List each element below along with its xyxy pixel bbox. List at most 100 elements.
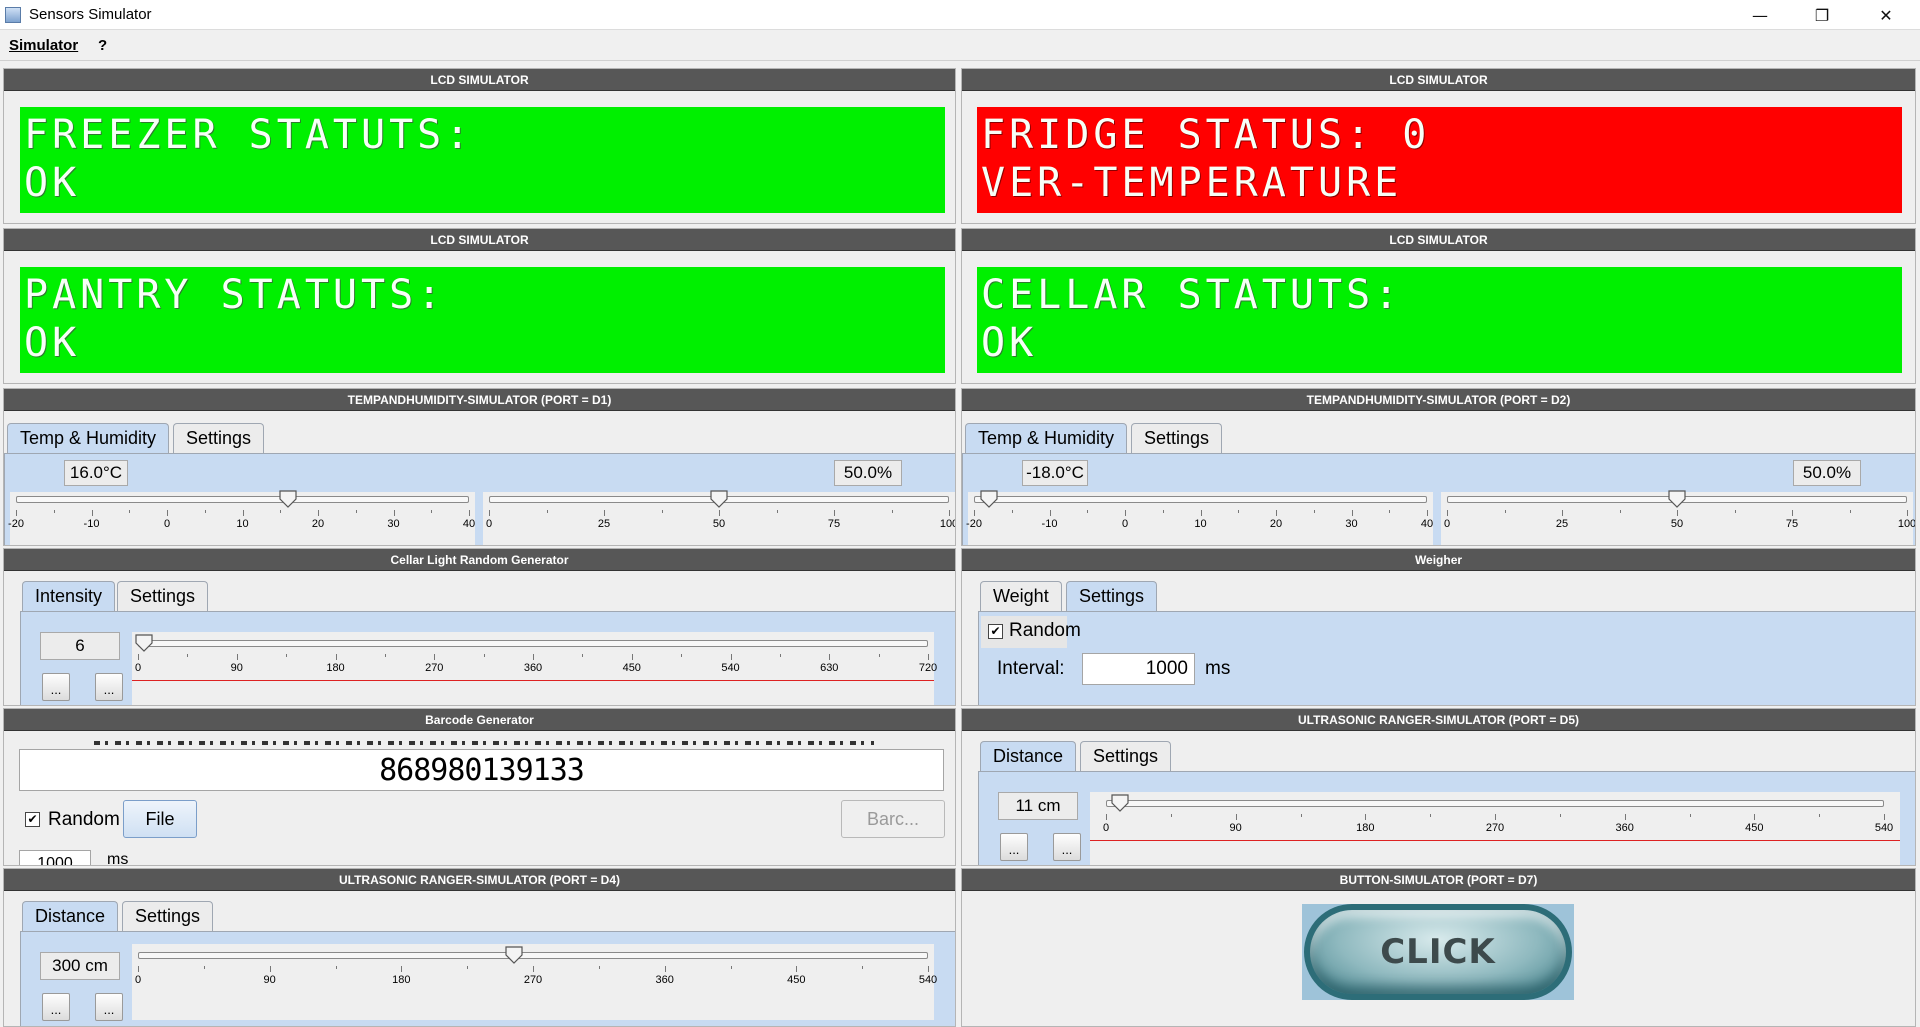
slider-tick bbox=[16, 510, 17, 516]
random-checkbox-container[interactable]: ✔ Random bbox=[981, 616, 1081, 648]
lcd-line-2: OK bbox=[24, 320, 81, 366]
random-label: Random bbox=[48, 809, 120, 830]
tab-temp-humidity[interactable]: Temp & Humidity bbox=[965, 423, 1128, 453]
random-checkbox[interactable]: ✔ bbox=[25, 812, 40, 827]
slider-tick bbox=[469, 510, 470, 516]
slider-tick-label: 270 bbox=[523, 974, 543, 986]
ultrasonic-panel-d5: ULTRASONIC RANGER-SIMULATOR (PORT = D5) … bbox=[961, 708, 1916, 866]
slider-track[interactable] bbox=[138, 952, 928, 959]
tab-settings[interactable]: Settings bbox=[1080, 741, 1172, 771]
slider-tick bbox=[1624, 814, 1626, 820]
slider-track[interactable] bbox=[16, 496, 469, 503]
slider-tick bbox=[582, 654, 584, 657]
slider-tick-label: 180 bbox=[1356, 822, 1375, 834]
slider-tick-label: 40 bbox=[1420, 518, 1434, 530]
slider-tick bbox=[1049, 510, 1051, 516]
lcd-line-2: OK bbox=[981, 320, 1038, 366]
slider-tick bbox=[533, 654, 534, 660]
slider-track[interactable] bbox=[138, 640, 928, 647]
slider-tick bbox=[187, 654, 189, 657]
decrease-button[interactable]: ... bbox=[42, 993, 70, 1021]
slider-tick bbox=[598, 966, 600, 969]
increase-button[interactable]: ... bbox=[1053, 833, 1081, 861]
panel-header: Barcode Generator bbox=[4, 709, 955, 731]
panel-header: LCD SIMULATOR bbox=[962, 229, 1915, 251]
temp-humidity-panel-d1: TEMPANDHUMIDITY-SIMULATOR (PORT = D1) Te… bbox=[3, 388, 956, 546]
increase-button[interactable]: ... bbox=[95, 993, 123, 1021]
distance-slider[interactable]: 0 90 180 270 360 450 540 bbox=[1090, 792, 1900, 865]
distance-slider[interactable]: 0 90 180 270 360 450 540 bbox=[132, 944, 937, 1020]
humidity-slider[interactable]: 0 25 50 75 100 bbox=[1441, 490, 1915, 545]
decrease-button[interactable]: ... bbox=[42, 673, 70, 701]
slider-tick-label: 30 bbox=[1345, 518, 1358, 530]
temperature-slider[interactable]: -20 -10 0 10 20 30 40 bbox=[966, 490, 1434, 545]
slider-tick bbox=[1619, 510, 1621, 513]
tab-distance[interactable]: Distance bbox=[980, 741, 1077, 771]
slider-thumb[interactable] bbox=[709, 490, 729, 508]
slider-tick bbox=[631, 654, 633, 660]
random-checkbox[interactable]: ✔ bbox=[988, 624, 1003, 639]
slider-thumb[interactable] bbox=[979, 490, 999, 508]
click-button[interactable]: CLICK bbox=[1304, 904, 1572, 1000]
tab-settings[interactable]: Settings bbox=[173, 423, 265, 453]
slider-tick bbox=[546, 510, 548, 513]
interval-unit: ms bbox=[107, 851, 129, 866]
slider-track[interactable] bbox=[1106, 800, 1884, 807]
slider-thumb[interactable] bbox=[1110, 794, 1130, 812]
slider-tick-label: 10 bbox=[1194, 518, 1207, 530]
tab-settings[interactable]: Settings bbox=[1066, 581, 1158, 611]
slider-tick bbox=[203, 966, 205, 969]
temperature-slider[interactable]: -20 -10 0 10 20 30 40 bbox=[8, 490, 475, 545]
menu-bar: Simulator ? bbox=[0, 31, 1920, 61]
tab-settings[interactable]: Settings bbox=[117, 581, 209, 611]
lcd-display: CELLAR STATUTS: OK bbox=[977, 267, 1902, 373]
slider-tick-label: 20 bbox=[311, 518, 325, 530]
slider-tick bbox=[335, 654, 337, 660]
slider-tick bbox=[167, 510, 168, 516]
tab-temp-humidity[interactable]: Temp & Humidity bbox=[7, 423, 170, 453]
slider-thumb[interactable] bbox=[134, 634, 154, 652]
interval-input[interactable]: 1000 bbox=[1082, 653, 1195, 685]
menu-help[interactable]: ? bbox=[98, 37, 107, 54]
slider-tick-label: 0 bbox=[163, 518, 171, 530]
slider-tick bbox=[91, 510, 93, 516]
barcode-panel: Barcode Generator 868980139133 ✔ Random … bbox=[3, 708, 956, 866]
tab-content: ✔ Random Interval: 1000 ms bbox=[978, 611, 1915, 705]
tab-content: 6 ... ... 0 90 180 270 360 450 540 630 720 bbox=[20, 611, 955, 705]
slider-tick bbox=[664, 966, 666, 972]
slider-track[interactable] bbox=[974, 496, 1427, 503]
interval-input[interactable]: 1000 bbox=[19, 850, 91, 865]
close-button[interactable]: ✕ bbox=[1858, 0, 1914, 30]
slider-thumb[interactable] bbox=[504, 946, 524, 964]
intensity-value: 6 bbox=[40, 632, 120, 660]
slider-tick bbox=[1754, 814, 1756, 820]
slider-tick bbox=[1106, 814, 1107, 820]
tab-settings[interactable]: Settings bbox=[1131, 423, 1223, 453]
slider-tick bbox=[1389, 510, 1391, 513]
humidity-slider[interactable]: 0 25 50 75 100 bbox=[483, 490, 955, 545]
intensity-slider[interactable]: 0 90 180 270 360 450 540 630 720 bbox=[132, 632, 937, 705]
slider-tick bbox=[1125, 510, 1126, 516]
barcode-button[interactable]: Barc... bbox=[841, 800, 945, 838]
file-button[interactable]: File bbox=[123, 800, 197, 838]
menu-simulator[interactable]: Simulator bbox=[9, 37, 78, 54]
maximize-button[interactable]: ❐ bbox=[1794, 0, 1850, 30]
tab-distance[interactable]: Distance bbox=[22, 901, 119, 931]
slider-tick bbox=[1011, 510, 1013, 513]
slider-tick-label: 0 bbox=[485, 518, 493, 530]
minimize-button[interactable]: — bbox=[1732, 0, 1788, 30]
slider-tick-label: 100 bbox=[939, 518, 955, 530]
slider-tick-label: 25 bbox=[597, 518, 611, 530]
slider-tick bbox=[1819, 814, 1821, 817]
slider-thumb[interactable] bbox=[1667, 490, 1687, 508]
increase-button[interactable]: ... bbox=[95, 673, 123, 701]
slider-tick bbox=[1884, 814, 1885, 820]
tab-intensity[interactable]: Intensity bbox=[22, 581, 116, 611]
slider-tick-label: 50 bbox=[1670, 518, 1684, 530]
tab-settings[interactable]: Settings bbox=[122, 901, 214, 931]
tab-weight[interactable]: Weight bbox=[980, 581, 1062, 611]
slider-tick-label: 450 bbox=[787, 974, 806, 986]
slider-thumb[interactable] bbox=[278, 490, 298, 508]
slider-tick bbox=[1677, 510, 1678, 516]
decrease-button[interactable]: ... bbox=[1000, 833, 1028, 861]
